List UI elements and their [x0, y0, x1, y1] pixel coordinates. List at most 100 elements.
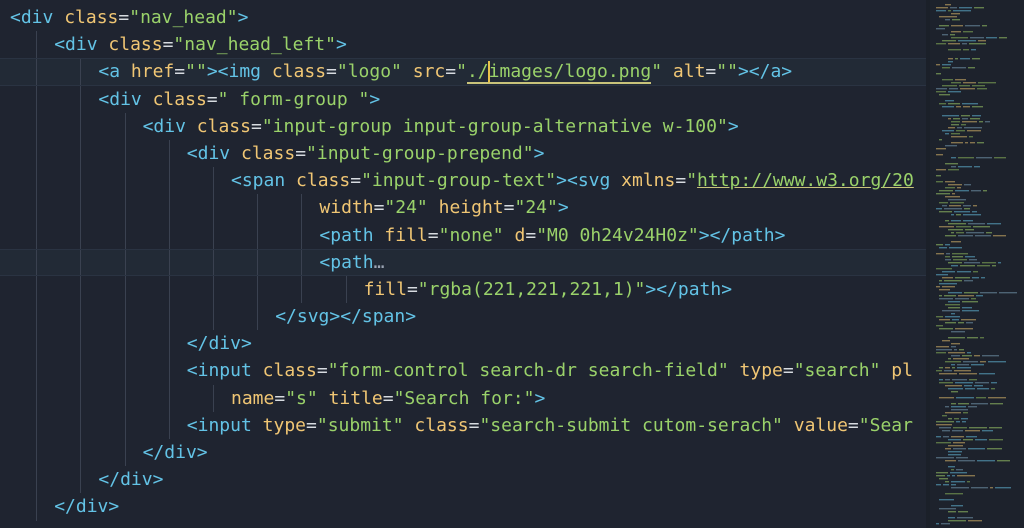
- minimap-line: [965, 25, 980, 27]
- minimap-line: [977, 388, 989, 390]
- minimap-line: [989, 439, 1003, 441]
- minimap-line: [980, 361, 986, 363]
- code-line[interactable]: <div class="input-group input-group-alte…: [0, 112, 926, 140]
- code-token-tag: <a: [98, 61, 121, 83]
- code-line[interactable]: </svg></span>: [0, 303, 926, 331]
- indent-guide: [80, 466, 82, 494]
- minimap-line: [951, 436, 964, 438]
- code-line[interactable]: fill="rgba(221,221,221,1)"></path>: [0, 275, 926, 304]
- minimap-line: [953, 259, 967, 261]
- code-token-fold[interactable]: …: [374, 252, 385, 273]
- code-line[interactable]: </div>: [0, 330, 926, 358]
- minimap-line: [939, 499, 954, 501]
- minimap-line: [978, 40, 986, 42]
- code-line[interactable]: </div>: [0, 439, 926, 467]
- indent-guide: [36, 167, 38, 195]
- code-token-sp: [880, 360, 891, 381]
- code-token-eq: =: [675, 170, 687, 192]
- minimap-line: [957, 271, 971, 273]
- minimap-line: [956, 232, 964, 234]
- minimap-line: [971, 190, 981, 192]
- minimap-line: [972, 85, 985, 87]
- code-token-str: "search-submit cutom-serach": [479, 414, 783, 436]
- code-token-str: "rgba(221,221,221,1)": [417, 278, 646, 300]
- minimap-line: [968, 448, 985, 450]
- code-line[interactable]: </div>: [0, 493, 926, 521]
- indent-guide: [36, 357, 38, 385]
- minimap-line: [936, 244, 943, 246]
- minimap-line: [945, 316, 960, 318]
- minimap-line: [978, 82, 996, 84]
- code-line[interactable]: <input type="submit" class="search-submi…: [0, 411, 926, 439]
- minimap-line: [936, 154, 943, 156]
- code-token-eq: =: [250, 115, 262, 137]
- minimap-line: [939, 94, 950, 96]
- minimap-line: [939, 328, 953, 330]
- code-token-eq: =: [306, 414, 317, 436]
- minimap-line: [958, 322, 964, 324]
- minimap-line: [951, 220, 961, 222]
- minimap-line: [983, 190, 987, 192]
- minimap-line: [939, 319, 950, 321]
- minimap-line: [959, 85, 970, 87]
- minimap-line: [962, 301, 978, 303]
- minimap-line: [971, 298, 976, 300]
- minimap-line: [969, 259, 977, 261]
- minimap-line: [962, 310, 979, 312]
- code-token-str: "input-group-prepend": [306, 142, 534, 164]
- code-line[interactable]: <div class="nav_head">: [0, 4, 926, 31]
- minimap-line: [948, 229, 963, 231]
- minimap-line: [956, 397, 974, 399]
- code-line[interactable]: width="24" height="24">: [0, 194, 926, 222]
- minimap-line: [964, 385, 972, 387]
- indent-guide: [36, 194, 38, 222]
- minimap-line: [967, 352, 971, 354]
- minimap-line: [975, 382, 989, 384]
- minimap-line: [980, 337, 984, 339]
- minimap-line: [958, 235, 973, 237]
- minimap-line: [951, 25, 963, 27]
- code-token-tag: <div: [98, 88, 142, 110]
- code-line[interactable]: <div class=" form-group ">: [0, 85, 926, 113]
- code-token-eq: =: [525, 224, 537, 246]
- code-line[interactable]: <path fill="none" d="M0 0h24v24H0z"></pa…: [0, 221, 926, 249]
- minimap-line: [952, 193, 955, 195]
- minimap-line: [991, 388, 995, 390]
- indent-guide: [212, 275, 214, 304]
- code-token-sp: [186, 116, 197, 137]
- code-line[interactable]: <div class="input-group-prepend">: [0, 139, 926, 168]
- code-token-eq: =: [468, 414, 480, 436]
- minimap-line: [962, 103, 978, 105]
- minimap[interactable]: [930, 0, 1024, 528]
- minimap-line: [936, 349, 952, 351]
- minimap-line: [965, 256, 975, 258]
- indent-guide: [80, 275, 82, 304]
- minimap-line: [950, 202, 964, 204]
- indent-guide: [168, 139, 170, 168]
- minimap-line: [954, 370, 971, 372]
- code-line[interactable]: name="s" title="Search for:">: [0, 384, 926, 412]
- minimap-line: [958, 166, 972, 168]
- minimap-line: [952, 430, 963, 432]
- code-token-tag: </div>: [186, 333, 252, 355]
- code-area[interactable]: <div class="nav_head"> <div class="nav_he…: [0, 4, 926, 528]
- indent-guide: [212, 194, 214, 222]
- code-editor[interactable]: <div class="nav_head"> <div class="nav_he…: [0, 0, 1024, 528]
- code-token-eq: =: [295, 142, 307, 164]
- code-token-str: "24": [384, 197, 428, 219]
- code-line[interactable]: <input class="form-control search-dr sea…: [0, 357, 926, 385]
- minimap-line: [967, 481, 970, 483]
- code-line[interactable]: <div class="nav_head_left">: [0, 31, 926, 59]
- code-line[interactable]: <span class="input-group-text"><svg xmln…: [0, 167, 926, 195]
- minimap-line: [952, 256, 963, 258]
- code-line[interactable]: </div>: [0, 466, 926, 494]
- minimap-line: [949, 88, 958, 90]
- minimap-line: [956, 214, 961, 216]
- code-line[interactable]: <a href=""><img class="logo" src="./imag…: [0, 58, 926, 86]
- indent-guide: [212, 384, 214, 412]
- indent-guide: [301, 275, 303, 304]
- minimap-line: [948, 10, 951, 12]
- code-line[interactable]: <path…: [0, 248, 926, 277]
- minimap-line: [948, 91, 961, 93]
- minimap-line: [953, 10, 971, 12]
